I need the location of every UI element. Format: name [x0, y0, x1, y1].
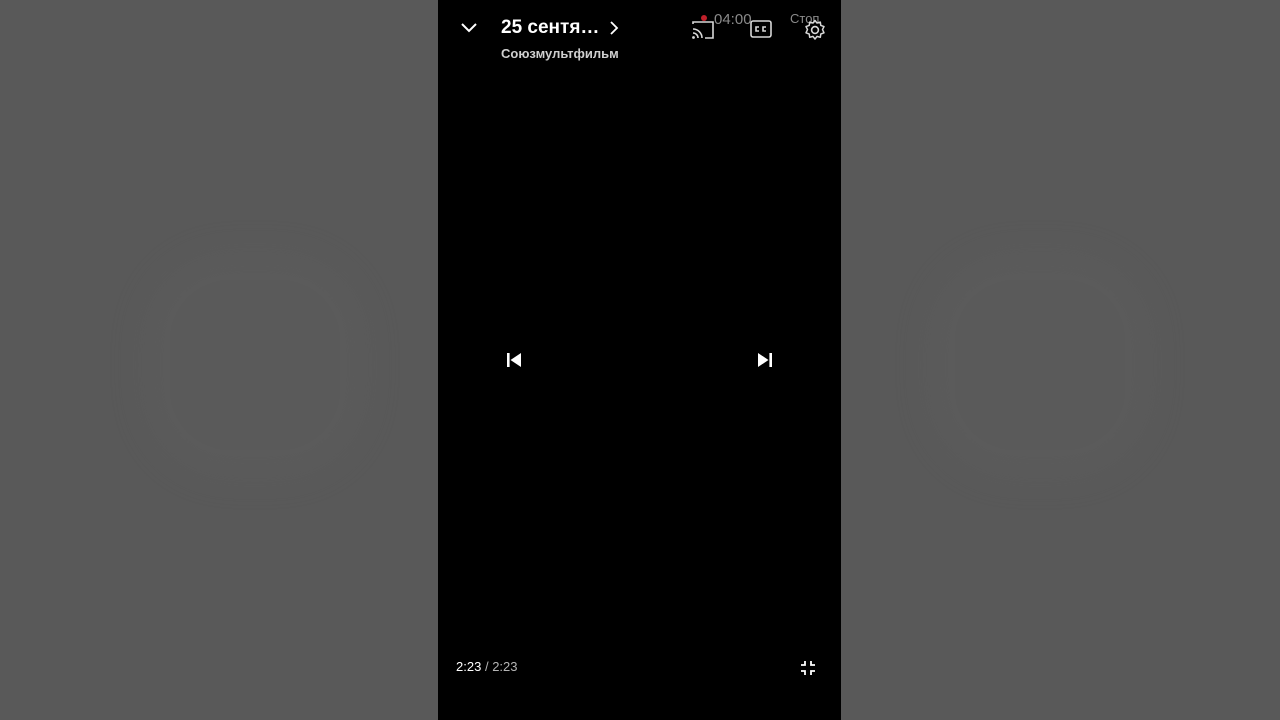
- video-player[interactable]: 25 сентяб... Союзмультфильм 04:00 Стоп 2…: [438, 0, 841, 720]
- status-clock: 04:00: [714, 11, 752, 28]
- cast-icon: [692, 21, 714, 39]
- video-info[interactable]: 25 сентяб... Союзмультфильм: [501, 16, 691, 61]
- collapse-button[interactable]: [456, 14, 482, 40]
- chevron-right-icon[interactable]: [609, 20, 619, 36]
- background-blur-left: [170, 280, 340, 450]
- video-title[interactable]: 25 сентяб...: [501, 16, 601, 40]
- chevron-down-icon: [461, 23, 477, 33]
- captions-button[interactable]: [749, 18, 773, 40]
- closed-captions-icon: [750, 20, 772, 38]
- duration: 2:23: [492, 659, 518, 674]
- previous-button[interactable]: [500, 346, 528, 374]
- background-blur-right: [955, 280, 1125, 450]
- exit-fullscreen-button[interactable]: [796, 656, 820, 680]
- current-time: 2:23: [456, 659, 482, 674]
- gear-icon: [805, 19, 825, 40]
- time-separator: /: [484, 659, 489, 674]
- cast-button[interactable]: [690, 18, 716, 40]
- channel-name[interactable]: Союзмультфильм: [501, 46, 691, 61]
- next-button[interactable]: [751, 346, 779, 374]
- skip-previous-icon: [507, 353, 521, 367]
- exit-fullscreen-icon: [801, 661, 815, 675]
- settings-button[interactable]: [802, 17, 828, 43]
- skip-next-icon: [758, 353, 772, 367]
- time-display: 2:23 / 2:23: [456, 659, 518, 674]
